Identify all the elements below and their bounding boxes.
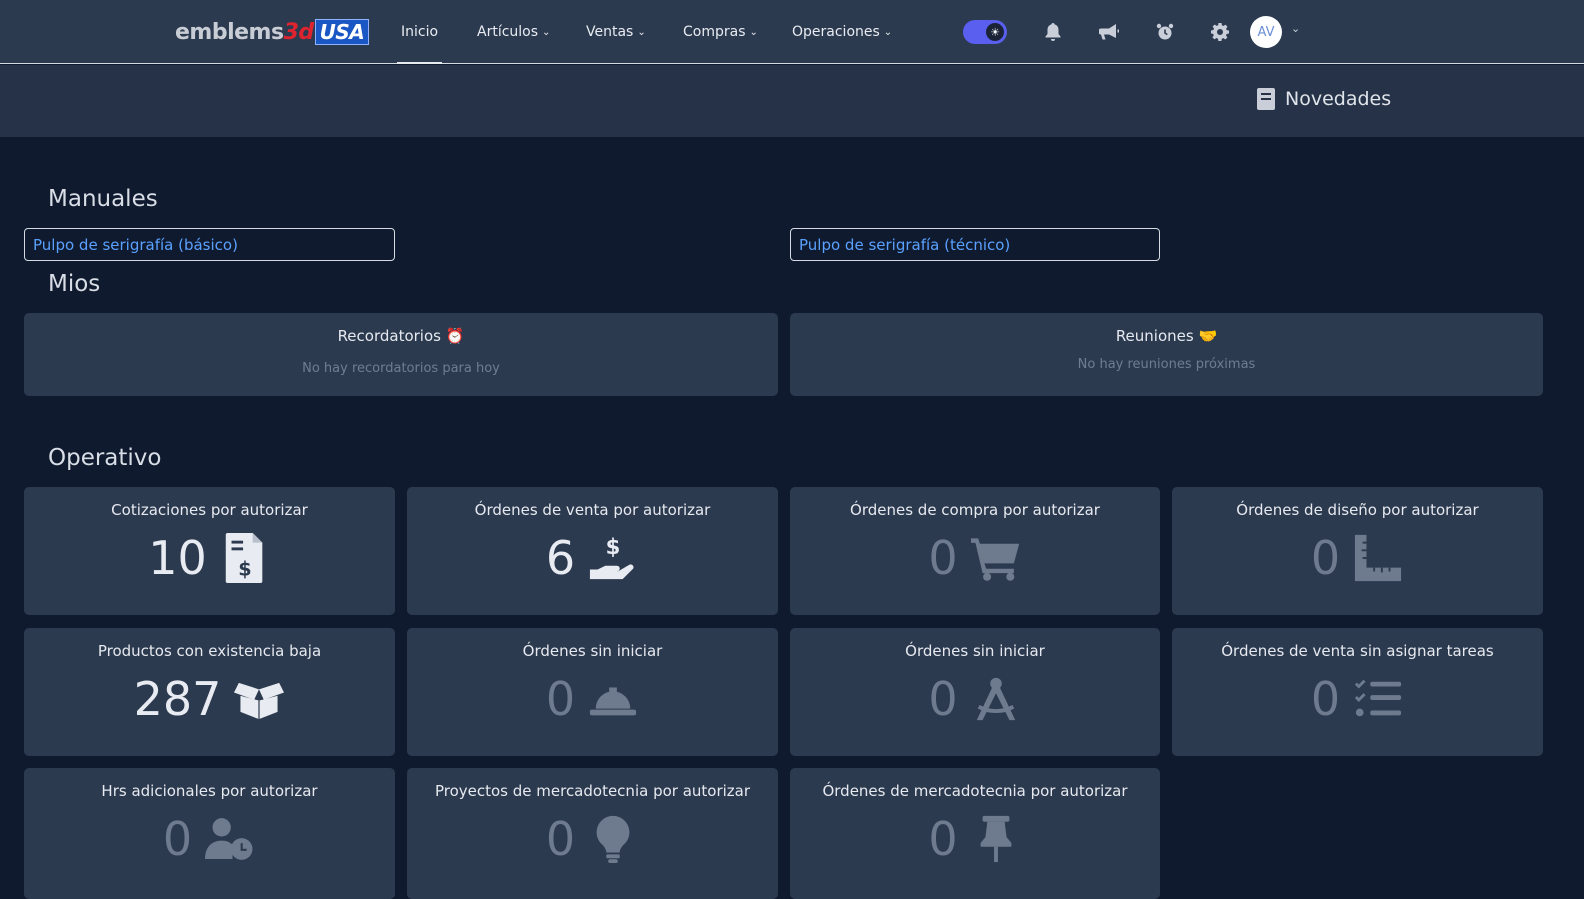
card-hrs-adicionales[interactable]: Hrs adicionales por autorizar 0 xyxy=(24,768,395,899)
card-title: Órdenes de diseño por autorizar xyxy=(1236,501,1479,519)
logo-text-3d: 3d xyxy=(283,19,315,45)
card-title: Órdenes sin iniciar xyxy=(905,642,1045,660)
nav-item-operaciones[interactable]: Operaciones ⌄ xyxy=(792,0,892,64)
cart-icon xyxy=(970,532,1022,584)
logo-text-emblems: emblems xyxy=(175,19,284,45)
recordatorios-empty: No hay recordatorios para hoy xyxy=(302,361,500,376)
list-check-icon xyxy=(1352,673,1404,725)
card-count: 0 xyxy=(928,531,958,585)
card-title: Órdenes de venta por autorizar xyxy=(474,501,711,519)
card-count: 0 xyxy=(1310,672,1341,726)
nav-item-articulos[interactable]: Artículos ⌄ xyxy=(477,0,550,64)
card-title: Órdenes de venta sin asignar tareas xyxy=(1221,642,1494,660)
card-count: 0 xyxy=(162,812,193,866)
card-title: Órdenes de compra por autorizar xyxy=(850,501,1100,519)
svg-text:$: $ xyxy=(606,534,621,559)
card-count: 0 xyxy=(1310,531,1341,585)
invoice-dollar-icon: $ xyxy=(219,532,271,584)
card-title: Órdenes sin iniciar xyxy=(522,642,663,660)
compass-drafting-icon xyxy=(970,673,1022,725)
card-ordenes-diseno[interactable]: Órdenes de diseño por autorizar 0 xyxy=(1172,487,1543,615)
card-count: 6 xyxy=(545,531,576,585)
theme-toggle[interactable]: ☀ xyxy=(963,20,1007,44)
chevron-down-icon: ⌄ xyxy=(637,26,646,38)
chevron-down-icon: ⌄ xyxy=(749,26,758,38)
card-title: Hrs adicionales por autorizar xyxy=(101,782,318,800)
card-count: 0 xyxy=(545,812,576,866)
thumbtack-icon xyxy=(970,813,1022,865)
recordatorios-panel: Recordatorios ⏰ No hay recordatorios par… xyxy=(24,313,778,396)
avatar[interactable]: AV xyxy=(1250,16,1282,48)
card-count: 10 xyxy=(148,531,207,585)
nav-item-label: Inicio xyxy=(401,24,439,40)
section-title-operativo: Operativo xyxy=(48,445,162,471)
lightbulb-icon xyxy=(587,813,639,865)
reuniones-title-text: Reuniones xyxy=(1115,327,1194,345)
book-icon xyxy=(1257,88,1275,110)
section-title-mios: Mios xyxy=(48,271,101,297)
chevron-down-icon: ⌄ xyxy=(542,26,551,38)
reuniones-title: Reuniones 🤝 xyxy=(790,327,1543,345)
handshake-icon: 🤝 xyxy=(1198,327,1218,345)
open-box-icon xyxy=(233,673,285,725)
novedades-button[interactable]: Novedades xyxy=(1257,88,1391,110)
card-title: Órdenes de mercadotecnia por autorizar xyxy=(822,782,1128,800)
card-proyectos-mercadotecnia[interactable]: Proyectos de mercadotecnia por autorizar… xyxy=(407,768,778,899)
card-title: Proyectos de mercadotecnia por autorizar xyxy=(434,782,751,800)
card-count: 287 xyxy=(133,672,222,726)
card-count: 0 xyxy=(928,672,958,726)
ruler-combined-icon xyxy=(1352,532,1404,584)
card-cotizaciones[interactable]: Cotizaciones por autorizar 10 $ xyxy=(24,487,395,615)
card-count: 0 xyxy=(545,672,576,726)
section-title-manuales: Manuales xyxy=(48,186,158,212)
nav-item-label: Compras xyxy=(683,24,746,40)
reuniones-empty: No hay reuniones próximas xyxy=(1077,357,1256,372)
manual-link-basico[interactable]: Pulpo de serigrafía (básico) xyxy=(24,228,395,261)
card-ordenes-sin-tareas[interactable]: Órdenes de venta sin asignar tareas 0 xyxy=(1172,628,1543,756)
card-ordenes-sin-iniciar-2[interactable]: Órdenes sin iniciar 0 xyxy=(790,628,1160,756)
svg-text:$: $ xyxy=(238,557,251,580)
recordatorios-title-text: Recordatorios xyxy=(337,327,441,345)
user-clock-icon xyxy=(204,813,256,865)
alarm-clock-icon: ⏰ xyxy=(445,327,465,345)
manual-link-tecnico[interactable]: Pulpo de serigrafía (técnico) xyxy=(790,228,1160,261)
hand-dollar-icon: $ xyxy=(587,532,639,584)
hard-hat-icon xyxy=(587,673,639,725)
card-productos-existencia[interactable]: Productos con existencia baja 287 xyxy=(24,628,395,756)
chevron-down-icon: ⌄ xyxy=(883,26,893,38)
card-ordenes-mercadotecnia[interactable]: Órdenes de mercadotecnia por autorizar 0 xyxy=(790,768,1160,899)
bell-icon[interactable] xyxy=(1041,20,1065,44)
top-navbar: emblems 3d USA Inicio Artículos ⌄ Ventas ⌄ C… xyxy=(0,0,1584,64)
card-ordenes-sin-iniciar-1[interactable]: Órdenes sin iniciar 0 xyxy=(407,628,778,756)
card-count: 0 xyxy=(928,812,958,866)
brand-logo[interactable]: emblems 3d USA xyxy=(175,18,370,46)
reuniones-panel: Reuniones 🤝 No hay reuniones próximas xyxy=(790,313,1543,396)
nav-item-label: Artículos xyxy=(477,24,539,40)
logo-text-usa: USA xyxy=(314,19,370,45)
alarm-clock-icon[interactable] xyxy=(1153,20,1177,44)
avatar-initials: AV xyxy=(1257,24,1275,40)
card-title: Cotizaciones por autorizar xyxy=(111,501,308,519)
sun-icon: ☀ xyxy=(986,23,1004,41)
megaphone-icon[interactable] xyxy=(1097,20,1121,44)
gear-icon[interactable] xyxy=(1208,20,1232,44)
card-ordenes-compra[interactable]: Órdenes de compra por autorizar 0 xyxy=(790,487,1160,615)
chevron-down-icon[interactable]: ⌄ xyxy=(1291,22,1300,35)
nav-item-compras[interactable]: Compras ⌄ xyxy=(683,0,758,64)
card-title: Productos con existencia baja xyxy=(97,642,322,660)
nav-item-ventas[interactable]: Ventas ⌄ xyxy=(586,0,646,64)
nav-item-label: Ventas xyxy=(586,24,634,40)
nav-item-inicio[interactable]: Inicio xyxy=(396,0,443,64)
recordatorios-title: Recordatorios ⏰ xyxy=(24,327,778,345)
nav-item-label: Operaciones xyxy=(792,24,880,40)
novedades-label: Novedades xyxy=(1285,88,1392,110)
card-ordenes-venta[interactable]: Órdenes de venta por autorizar 6 $ xyxy=(407,487,778,615)
